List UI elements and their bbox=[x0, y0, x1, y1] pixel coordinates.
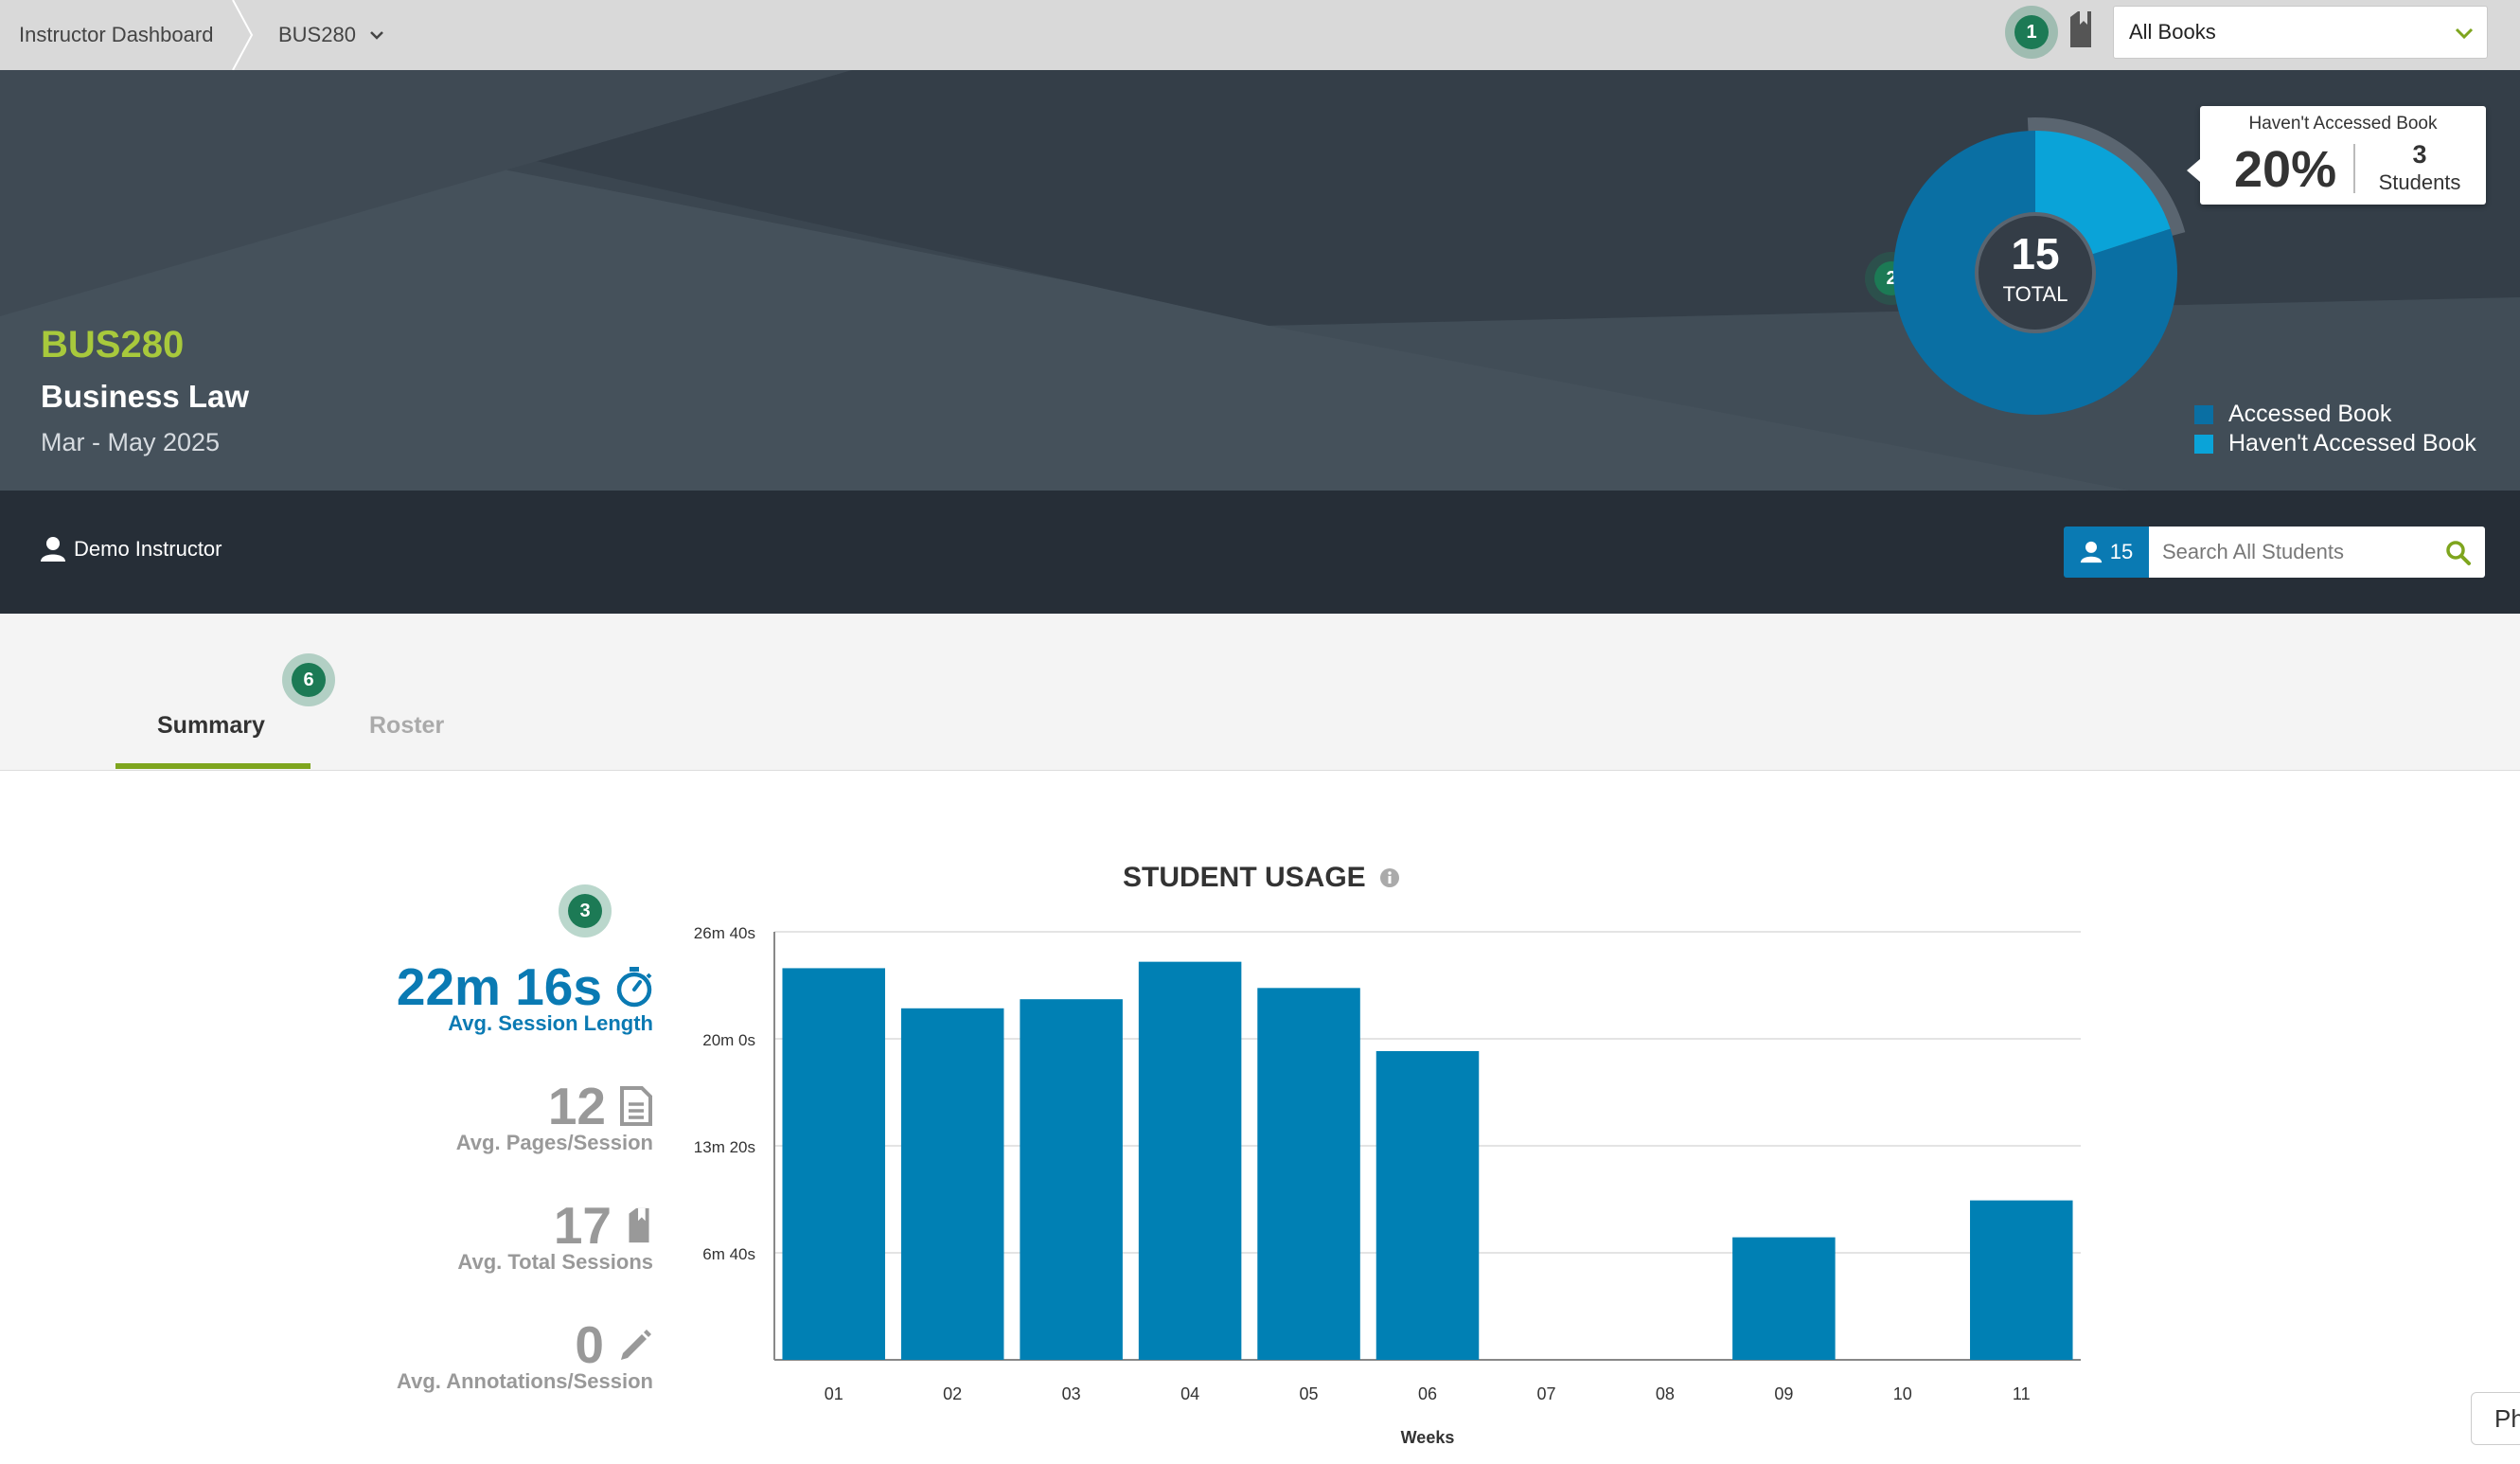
tooltip-title: Haven't Accessed Book bbox=[2248, 114, 2438, 134]
access-donut-chart: 15 TOTAL bbox=[1893, 117, 2186, 415]
bar-week-04[interactable] bbox=[1138, 961, 1242, 1360]
student-search bbox=[2149, 527, 2485, 578]
tab-summary[interactable]: Summary bbox=[157, 712, 265, 740]
student-count-badge: 15 bbox=[2064, 527, 2149, 578]
chevron-down-icon bbox=[2455, 27, 2474, 40]
x-tick-label: 01 bbox=[825, 1384, 843, 1403]
stopwatch-icon bbox=[616, 967, 652, 1008]
legend-item-not-accessed[interactable]: Haven't Accessed Book bbox=[2194, 429, 2476, 458]
book-select[interactable]: All Books bbox=[2113, 6, 2488, 59]
bar-week-06[interactable] bbox=[1375, 1050, 1480, 1360]
x-tick-label: 11 bbox=[2013, 1384, 2031, 1403]
stat-annotations: 0 Avg. Annotations/Session bbox=[397, 1314, 653, 1394]
donut-total-label: TOTAL bbox=[2003, 282, 2068, 306]
bar-week-01[interactable] bbox=[782, 968, 885, 1360]
x-tick-label: 04 bbox=[1180, 1384, 1199, 1403]
stat-total-sessions: 17 Avg. Total Sessions bbox=[457, 1195, 653, 1275]
breadcrumb-separator bbox=[232, 0, 254, 70]
x-tick-label: 09 bbox=[1774, 1384, 1793, 1403]
chart-title: STUDENT USAGE bbox=[1123, 862, 1400, 894]
stat-value: 22m 16s bbox=[396, 957, 602, 1016]
chevron-down-icon bbox=[369, 26, 384, 45]
donut-total: 15 bbox=[2011, 229, 2059, 278]
instructor-name: Demo Instructor bbox=[40, 536, 222, 562]
tooltip-count: 3 bbox=[2412, 140, 2427, 169]
course-code: BUS280 bbox=[41, 324, 185, 366]
x-tick-label: 05 bbox=[1300, 1384, 1319, 1403]
course-dropdown[interactable]: BUS280 bbox=[278, 0, 384, 70]
stat-label: Avg. Pages/Session bbox=[455, 1131, 653, 1154]
instructor-bar: Demo Instructor 15 bbox=[0, 491, 2520, 614]
tab-bar: 6 Summary Roster bbox=[0, 614, 2520, 771]
tour-step-badge-6[interactable]: 6 bbox=[292, 663, 326, 697]
tab-roster[interactable]: Roster bbox=[369, 712, 444, 740]
tooltip-divider bbox=[2353, 144, 2355, 193]
legend-swatch bbox=[2194, 404, 2213, 424]
stat-value: 17 bbox=[553, 1196, 612, 1255]
x-tick-label: 07 bbox=[1536, 1384, 1555, 1403]
bar-week-09[interactable] bbox=[1732, 1237, 1836, 1360]
y-tick-label: 26m 40s bbox=[694, 924, 755, 942]
book-icon bbox=[629, 1207, 649, 1243]
side-tab[interactable]: Ph bbox=[2471, 1392, 2520, 1445]
top-bar: Instructor Dashboard BUS280 1 All Books bbox=[0, 0, 2520, 70]
course-dates: Mar - May 2025 bbox=[41, 428, 221, 456]
stat-value: 0 bbox=[575, 1315, 604, 1374]
course-name: Business Law bbox=[41, 379, 250, 414]
bar-week-05[interactable] bbox=[1257, 988, 1360, 1360]
x-tick-label: 10 bbox=[1893, 1384, 1912, 1403]
tooltip-percent: 20% bbox=[2234, 141, 2337, 198]
bar-week-02[interactable] bbox=[900, 1008, 1004, 1360]
tour-step-badge-1[interactable]: 1 bbox=[2014, 15, 2049, 49]
stat-session-length: 22m 16s Avg. Session Length bbox=[397, 956, 653, 1036]
donut-tooltip: Haven't Accessed Book 20% 3 Students bbox=[2187, 106, 2486, 205]
legend-item-accessed[interactable]: Accessed Book bbox=[2194, 400, 2476, 429]
search-input[interactable] bbox=[2149, 527, 2423, 578]
y-tick-label: 20m 0s bbox=[702, 1031, 755, 1049]
tour-step-badge-3[interactable]: 3 bbox=[568, 894, 602, 928]
x-tick-label: 06 bbox=[1418, 1384, 1437, 1403]
stat-value: 12 bbox=[547, 1077, 606, 1135]
x-axis-label: Weeks bbox=[1401, 1428, 1455, 1447]
info-icon[interactable] bbox=[1379, 867, 1400, 888]
user-icon bbox=[41, 537, 65, 562]
summary-panel: 3 22m 16s Avg. Session Length 12 Avg. Pa… bbox=[0, 771, 2520, 1464]
y-tick-label: 6m 40s bbox=[702, 1245, 755, 1263]
x-tick-label: 03 bbox=[1062, 1384, 1081, 1403]
legend-swatch bbox=[2194, 434, 2213, 454]
donut-legend: Accessed Book Haven't Accessed Book bbox=[2194, 400, 2476, 458]
pencil-icon bbox=[621, 1330, 651, 1360]
tooltip-count-label: Students bbox=[2378, 170, 2461, 194]
x-tick-label: 02 bbox=[943, 1384, 962, 1403]
user-icon bbox=[2080, 541, 2102, 563]
search-icon[interactable] bbox=[2445, 540, 2472, 566]
bar-week-03[interactable] bbox=[1020, 999, 1123, 1360]
course-header: BUS280 Business Law Mar - May 2025 2 15 … bbox=[0, 70, 2520, 491]
book-icon bbox=[2070, 11, 2091, 47]
y-tick-label: 13m 20s bbox=[694, 1138, 755, 1156]
breadcrumb-instructor-dashboard[interactable]: Instructor Dashboard bbox=[19, 0, 213, 70]
stat-label: Avg. Total Sessions bbox=[457, 1250, 653, 1274]
document-icon bbox=[620, 1086, 652, 1126]
active-tab-indicator bbox=[115, 763, 311, 769]
bar-week-11[interactable] bbox=[1970, 1200, 2073, 1360]
x-tick-label: 08 bbox=[1656, 1384, 1675, 1403]
stat-pages-per-session: 12 Avg. Pages/Session bbox=[456, 1076, 653, 1155]
student-usage-bar-chart: 6m 40s 13m 20s 20m 0s 26m 40s 01 02 03 04 05 06 07… bbox=[694, 924, 2081, 1447]
stat-label: Avg. Annotations/Session bbox=[397, 1369, 653, 1393]
